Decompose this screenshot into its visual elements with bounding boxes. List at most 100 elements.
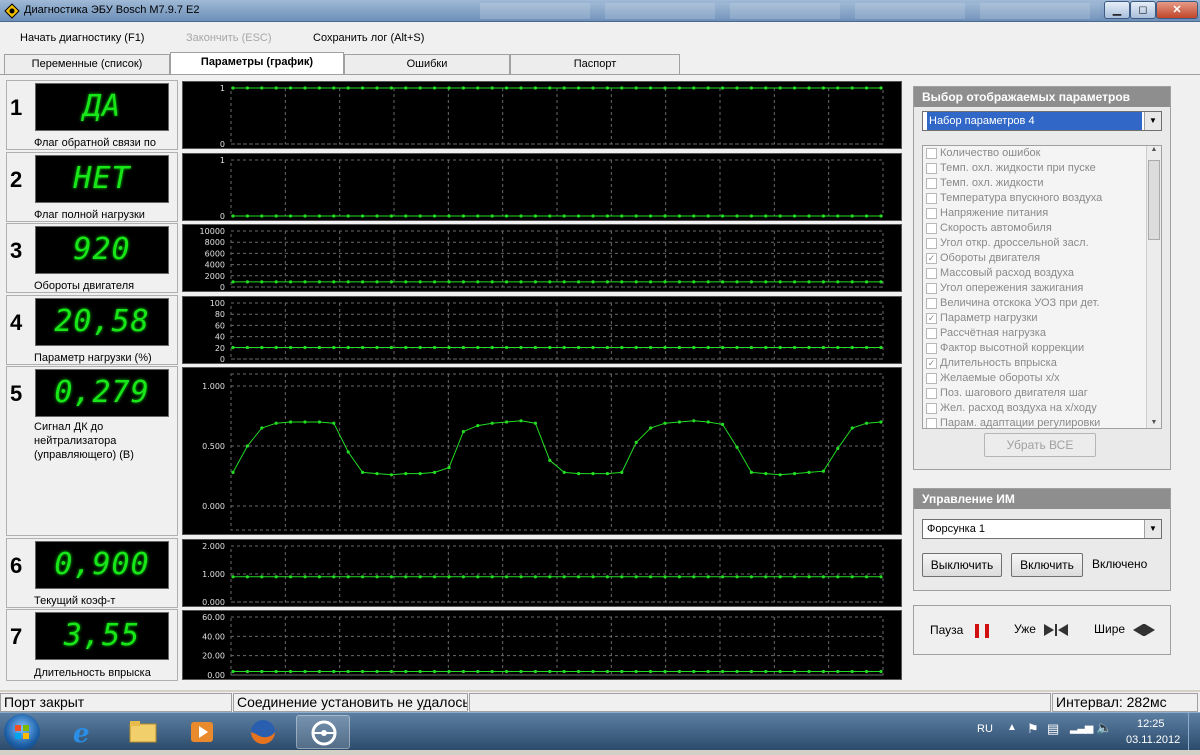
param-checklist-item[interactable]: ✓ Длительность впрыска	[923, 356, 1161, 371]
data-point	[231, 280, 235, 284]
checkbox[interactable]	[926, 373, 937, 384]
param-checklist-item[interactable]: Количество ошибок	[923, 146, 1161, 161]
checkbox[interactable]: ✓	[926, 253, 937, 264]
tab-parameters-chart[interactable]: Параметры (график)	[170, 52, 344, 74]
menu-start-diagnostics[interactable]: Начать диагностику (F1)	[20, 32, 144, 44]
menu-save-log[interactable]: Сохранить лог (Alt+S)	[313, 32, 424, 44]
checkbox[interactable]	[926, 238, 937, 249]
param-checklist-item[interactable]: Темп. охл. жидкости	[923, 176, 1161, 191]
remove-all-button[interactable]: Убрать ВСЕ	[984, 433, 1096, 457]
actuator-dropdown[interactable]: Форсунка 1 ▼	[922, 519, 1162, 539]
narrow-control[interactable]: Уже	[1014, 622, 1069, 638]
param-checklist-item[interactable]: Величина отскока УОЗ при дет.	[923, 296, 1161, 311]
param-list-scrollbar[interactable]: ▲ ▼	[1146, 146, 1161, 428]
param-checklist-item[interactable]: Угол опережения зажигания	[923, 281, 1161, 296]
y-tick-label: 20	[215, 344, 225, 353]
param-set-dropdown[interactable]: Набор параметров 4 ▼	[922, 111, 1162, 131]
checkbox[interactable]	[926, 298, 937, 309]
checkbox[interactable]	[926, 388, 937, 399]
param-checklist-item[interactable]: Скорость автомобиля	[923, 221, 1161, 236]
data-point	[778, 214, 782, 218]
data-point	[548, 280, 552, 284]
data-point	[562, 345, 566, 350]
param-checklist-item[interactable]: Темп. охл. жидкости при пуске	[923, 161, 1161, 176]
pause-control[interactable]: Пауза	[930, 623, 990, 638]
param-checklist-item[interactable]: Температура впускного воздуха	[923, 191, 1161, 206]
scrollbar-thumb[interactable]	[1148, 160, 1160, 240]
y-tick-label: 2000	[205, 272, 225, 281]
clock-time[interactable]: 12:25	[1137, 718, 1165, 730]
checkbox[interactable]: ✓	[926, 358, 937, 369]
scroll-up-icon[interactable]: ▲	[1147, 146, 1161, 153]
data-point	[634, 280, 638, 284]
param-checklist-item[interactable]: Рассчётная нагрузка	[923, 326, 1161, 341]
tab-variables-list[interactable]: Переменные (список)	[4, 54, 170, 74]
checkbox[interactable]	[926, 343, 937, 354]
checkbox[interactable]	[926, 163, 937, 174]
param-select-panel: Выбор отображаемых параметров Набор пара…	[913, 86, 1171, 470]
checkbox[interactable]	[926, 268, 937, 279]
flag-icon[interactable]: ⚑	[1027, 721, 1039, 737]
data-point	[361, 345, 365, 350]
data-point	[361, 280, 365, 284]
taskbar-explorer[interactable]	[116, 715, 170, 749]
tray-expand-icon[interactable]: ▲	[1007, 722, 1017, 733]
data-point	[505, 345, 509, 350]
param-checklist-item[interactable]: ✓ Обороты двигателя	[923, 251, 1161, 266]
menu-stop[interactable]: Закончить (ESC)	[186, 32, 272, 44]
param-checklist-item[interactable]: Напряжение питания	[923, 206, 1161, 221]
checkbox[interactable]	[926, 283, 937, 294]
param-checklist-item[interactable]: ✓ Параметр нагрузки	[923, 311, 1161, 326]
chevron-down-icon[interactable]: ▼	[1144, 520, 1161, 538]
data-point	[807, 214, 811, 218]
checkbox[interactable]	[926, 403, 937, 414]
checkbox[interactable]	[926, 223, 937, 234]
taskbar-ie[interactable]: e	[56, 715, 110, 749]
checkbox[interactable]: ✓	[926, 313, 937, 324]
data-point	[865, 214, 869, 218]
checkbox[interactable]	[926, 208, 937, 219]
param-checklist-item[interactable]: Фактор высотной коррекции	[923, 341, 1161, 356]
param-checklist-item[interactable]: Жел. расход воздуха на х/ходу	[923, 401, 1161, 416]
start-button[interactable]	[4, 714, 40, 750]
checkbox[interactable]	[926, 178, 937, 189]
data-point	[649, 280, 653, 284]
minimize-button[interactable]: ▁	[1104, 1, 1130, 19]
language-indicator[interactable]: RU	[977, 723, 993, 735]
data-point	[375, 280, 379, 284]
volume-icon[interactable]: 🔈	[1096, 720, 1112, 736]
checkbox[interactable]	[926, 148, 937, 159]
port-status: Порт закрыт	[0, 693, 232, 712]
chevron-down-icon[interactable]: ▼	[1144, 112, 1161, 130]
y-tick-label: 0.000	[202, 598, 225, 607]
param-checklist-item[interactable]: Желаемые обороты х/х	[923, 371, 1161, 386]
show-desktop-button[interactable]	[1188, 713, 1200, 750]
scroll-down-icon[interactable]: ▼	[1147, 419, 1161, 426]
checkbox[interactable]	[926, 328, 937, 339]
tab-passport[interactable]: Паспорт	[510, 54, 680, 74]
maximize-button[interactable]: ◻	[1130, 1, 1156, 19]
taskbar-ecu-app[interactable]	[296, 715, 350, 749]
network-icon[interactable]: ▤	[1047, 721, 1059, 737]
data-point	[577, 669, 581, 674]
param-checklist-item[interactable]: Поз. шагового двигателя шаг	[923, 386, 1161, 401]
turn-off-button[interactable]: Выключить	[922, 553, 1002, 577]
param-checklist-item[interactable]: Массовый расход воздуха	[923, 266, 1161, 281]
turn-on-button[interactable]: Включить	[1011, 553, 1083, 577]
data-point	[490, 345, 494, 350]
chart-plot: 10000 8000 6000 4000 2000 0	[200, 227, 884, 292]
taskbar-firefox[interactable]	[236, 715, 290, 749]
y-tick-label: 1	[220, 84, 225, 93]
signal-icon[interactable]: ▂▃▅	[1070, 721, 1093, 734]
wider-control[interactable]: Шире	[1094, 622, 1156, 638]
taskbar-media-player[interactable]	[176, 715, 230, 749]
data-point	[433, 575, 437, 579]
param-checklist-item[interactable]: Угол откр. дроссельной засл.	[923, 236, 1161, 251]
param-checklist-item[interactable]: Парам. адаптации регулировки	[923, 416, 1161, 428]
close-button[interactable]: ✕	[1156, 1, 1198, 19]
data-point	[231, 575, 235, 579]
tab-errors[interactable]: Ошибки	[344, 54, 510, 74]
checkbox[interactable]	[926, 418, 937, 428]
checkbox[interactable]	[926, 193, 937, 204]
clock-date[interactable]: 03.11.2012	[1126, 734, 1180, 746]
